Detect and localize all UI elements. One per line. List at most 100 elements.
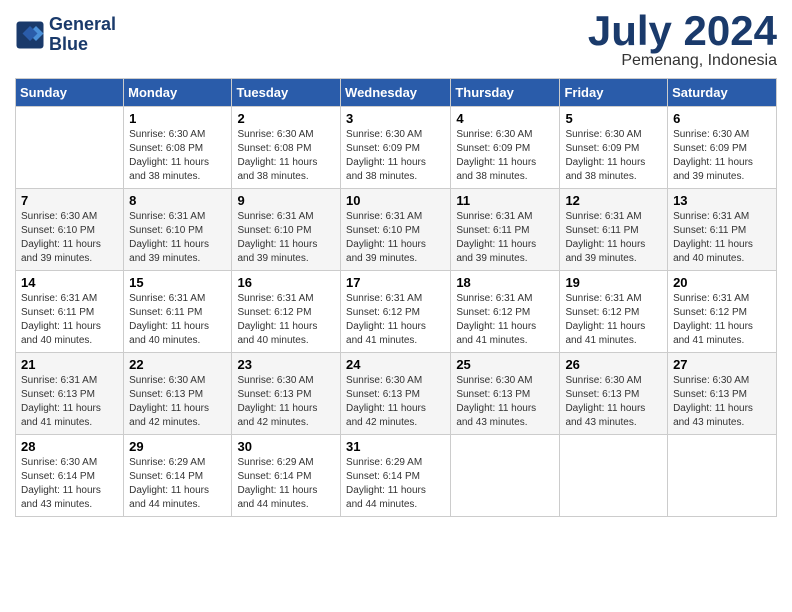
day-number: 30 — [237, 439, 335, 454]
title-block: July 2024 Pemenang, Indonesia — [588, 10, 777, 70]
calendar-day-cell: 7 Sunrise: 6:30 AM Sunset: 6:10 PM Daylig… — [16, 189, 124, 271]
month-title: July 2024 — [588, 10, 777, 52]
weekday-header: Wednesday — [341, 79, 451, 107]
day-number: 11 — [456, 193, 554, 208]
weekday-header: Sunday — [16, 79, 124, 107]
calendar-day-cell: 25 Sunrise: 6:30 AM Sunset: 6:13 PM Dayli… — [451, 353, 560, 435]
calendar-day-cell — [451, 435, 560, 517]
calendar-day-cell: 29Sunrise: 6:29 AM Sunset: 6:14 PM Dayli… — [124, 435, 232, 517]
calendar-day-cell: 24 Sunrise: 6:30 AM Sunset: 6:13 PM Dayli… — [341, 353, 451, 435]
calendar-day-cell: 26 Sunrise: 6:30 AM Sunset: 6:13 PM Dayli… — [560, 353, 668, 435]
day-info: Sunrise: 6:30 AM Sunset: 6:13 PM Dayligh… — [456, 374, 554, 430]
day-info: Sunrise: 6:30 AM Sunset: 6:09 PM Dayligh… — [346, 128, 445, 184]
page-header: General Blue July 2024 Pemenang, Indones… — [15, 10, 777, 70]
day-info: Sunrise: 6:30 AM Sunset: 6:09 PM Dayligh… — [673, 128, 771, 184]
calendar-day-cell: 18 Sunrise: 6:31 AM Sunset: 6:12 PM Dayli… — [451, 271, 560, 353]
calendar-day-cell: 27 Sunrise: 6:30 AM Sunset: 6:13 PM Dayli… — [668, 353, 777, 435]
day-number: 17 — [346, 275, 445, 290]
day-number: 16 — [237, 275, 335, 290]
weekday-header: Saturday — [668, 79, 777, 107]
day-number: 7 — [21, 193, 118, 208]
calendar-day-cell: 4Sunrise: 6:30 AM Sunset: 6:09 PM Daylig… — [451, 107, 560, 189]
day-info: Sunrise: 6:30 AM Sunset: 6:08 PM Dayligh… — [129, 128, 226, 184]
day-number: 12 — [565, 193, 662, 208]
day-info: Sunrise: 6:31 AM Sunset: 6:11 PM Dayligh… — [21, 292, 118, 348]
day-number: 25 — [456, 357, 554, 372]
day-number: 20 — [673, 275, 771, 290]
day-number: 26 — [565, 357, 662, 372]
day-info: Sunrise: 6:31 AM Sunset: 6:13 PM Dayligh… — [21, 374, 118, 430]
day-number: 5 — [565, 111, 662, 126]
day-number: 22 — [129, 357, 226, 372]
logo-text: General Blue — [49, 15, 116, 55]
day-number: 19 — [565, 275, 662, 290]
day-info: Sunrise: 6:30 AM Sunset: 6:13 PM Dayligh… — [237, 374, 335, 430]
day-number: 10 — [346, 193, 445, 208]
day-number: 8 — [129, 193, 226, 208]
day-info: Sunrise: 6:31 AM Sunset: 6:11 PM Dayligh… — [673, 210, 771, 266]
day-info: Sunrise: 6:30 AM Sunset: 6:13 PM Dayligh… — [129, 374, 226, 430]
day-info: Sunrise: 6:31 AM Sunset: 6:11 PM Dayligh… — [565, 210, 662, 266]
day-number: 6 — [673, 111, 771, 126]
day-number: 18 — [456, 275, 554, 290]
weekday-header: Tuesday — [232, 79, 341, 107]
calendar-day-cell: 23 Sunrise: 6:30 AM Sunset: 6:13 PM Dayli… — [232, 353, 341, 435]
calendar-day-cell: 15 Sunrise: 6:31 AM Sunset: 6:11 PM Dayli… — [124, 271, 232, 353]
day-number: 23 — [237, 357, 335, 372]
calendar-week-row: 7 Sunrise: 6:30 AM Sunset: 6:10 PM Daylig… — [16, 189, 777, 271]
day-info: Sunrise: 6:30 AM Sunset: 6:08 PM Dayligh… — [237, 128, 335, 184]
calendar-day-cell: 19Sunrise: 6:31 AM Sunset: 6:12 PM Dayli… — [560, 271, 668, 353]
day-info: Sunrise: 6:30 AM Sunset: 6:10 PM Dayligh… — [21, 210, 118, 266]
day-number: 29 — [129, 439, 226, 454]
day-info: Sunrise: 6:31 AM Sunset: 6:12 PM Dayligh… — [346, 292, 445, 348]
day-number: 3 — [346, 111, 445, 126]
calendar-day-cell: 11 Sunrise: 6:31 AM Sunset: 6:11 PM Dayli… — [451, 189, 560, 271]
calendar-day-cell: 1Sunrise: 6:30 AM Sunset: 6:08 PM Daylig… — [124, 107, 232, 189]
calendar-week-row: 14Sunrise: 6:31 AM Sunset: 6:11 PM Dayli… — [16, 271, 777, 353]
location: Pemenang, Indonesia — [588, 52, 777, 70]
day-info: Sunrise: 6:31 AM Sunset: 6:11 PM Dayligh… — [456, 210, 554, 266]
calendar-day-cell: 20 Sunrise: 6:31 AM Sunset: 6:12 PM Dayli… — [668, 271, 777, 353]
day-info: Sunrise: 6:31 AM Sunset: 6:12 PM Dayligh… — [456, 292, 554, 348]
day-number: 15 — [129, 275, 226, 290]
calendar-day-cell: 6 Sunrise: 6:30 AM Sunset: 6:09 PM Daylig… — [668, 107, 777, 189]
day-info: Sunrise: 6:31 AM Sunset: 6:12 PM Dayligh… — [237, 292, 335, 348]
calendar-day-cell — [560, 435, 668, 517]
day-info: Sunrise: 6:29 AM Sunset: 6:14 PM Dayligh… — [237, 456, 335, 512]
calendar-day-cell: 30 Sunrise: 6:29 AM Sunset: 6:14 PM Dayli… — [232, 435, 341, 517]
calendar-day-cell: 9Sunrise: 6:31 AM Sunset: 6:10 PM Daylig… — [232, 189, 341, 271]
calendar-day-cell: 28 Sunrise: 6:30 AM Sunset: 6:14 PM Dayli… — [16, 435, 124, 517]
day-number: 24 — [346, 357, 445, 372]
day-info: Sunrise: 6:29 AM Sunset: 6:14 PM Dayligh… — [346, 456, 445, 512]
calendar-day-cell: 12 Sunrise: 6:31 AM Sunset: 6:11 PM Dayli… — [560, 189, 668, 271]
day-info: Sunrise: 6:30 AM Sunset: 6:09 PM Dayligh… — [565, 128, 662, 184]
calendar-day-cell: 2 Sunrise: 6:30 AM Sunset: 6:08 PM Daylig… — [232, 107, 341, 189]
day-number: 27 — [673, 357, 771, 372]
day-number: 28 — [21, 439, 118, 454]
calendar-day-cell: 13 Sunrise: 6:31 AM Sunset: 6:11 PM Dayli… — [668, 189, 777, 271]
calendar-header-row: SundayMondayTuesdayWednesdayThursdayFrid… — [16, 79, 777, 107]
day-info: Sunrise: 6:31 AM Sunset: 6:11 PM Dayligh… — [129, 292, 226, 348]
calendar-day-cell: 5 Sunrise: 6:30 AM Sunset: 6:09 PM Daylig… — [560, 107, 668, 189]
calendar-table: SundayMondayTuesdayWednesdayThursdayFrid… — [15, 78, 777, 517]
day-number: 4 — [456, 111, 554, 126]
day-info: Sunrise: 6:30 AM Sunset: 6:13 PM Dayligh… — [565, 374, 662, 430]
day-info: Sunrise: 6:31 AM Sunset: 6:10 PM Dayligh… — [129, 210, 226, 266]
calendar-day-cell: 10Sunrise: 6:31 AM Sunset: 6:10 PM Dayli… — [341, 189, 451, 271]
day-info: Sunrise: 6:30 AM Sunset: 6:14 PM Dayligh… — [21, 456, 118, 512]
calendar-day-cell: 14Sunrise: 6:31 AM Sunset: 6:11 PM Dayli… — [16, 271, 124, 353]
day-number: 21 — [21, 357, 118, 372]
day-number: 13 — [673, 193, 771, 208]
day-number: 2 — [237, 111, 335, 126]
calendar-day-cell: 17 Sunrise: 6:31 AM Sunset: 6:12 PM Dayli… — [341, 271, 451, 353]
day-info: Sunrise: 6:30 AM Sunset: 6:13 PM Dayligh… — [673, 374, 771, 430]
weekday-header: Monday — [124, 79, 232, 107]
day-info: Sunrise: 6:31 AM Sunset: 6:12 PM Dayligh… — [673, 292, 771, 348]
calendar-day-cell: 16 Sunrise: 6:31 AM Sunset: 6:12 PM Dayli… — [232, 271, 341, 353]
calendar-day-cell — [16, 107, 124, 189]
day-info: Sunrise: 6:30 AM Sunset: 6:13 PM Dayligh… — [346, 374, 445, 430]
calendar-day-cell — [668, 435, 777, 517]
calendar-week-row: 1Sunrise: 6:30 AM Sunset: 6:08 PM Daylig… — [16, 107, 777, 189]
calendar-day-cell: 8 Sunrise: 6:31 AM Sunset: 6:10 PM Daylig… — [124, 189, 232, 271]
calendar-day-cell: 3 Sunrise: 6:30 AM Sunset: 6:09 PM Daylig… — [341, 107, 451, 189]
